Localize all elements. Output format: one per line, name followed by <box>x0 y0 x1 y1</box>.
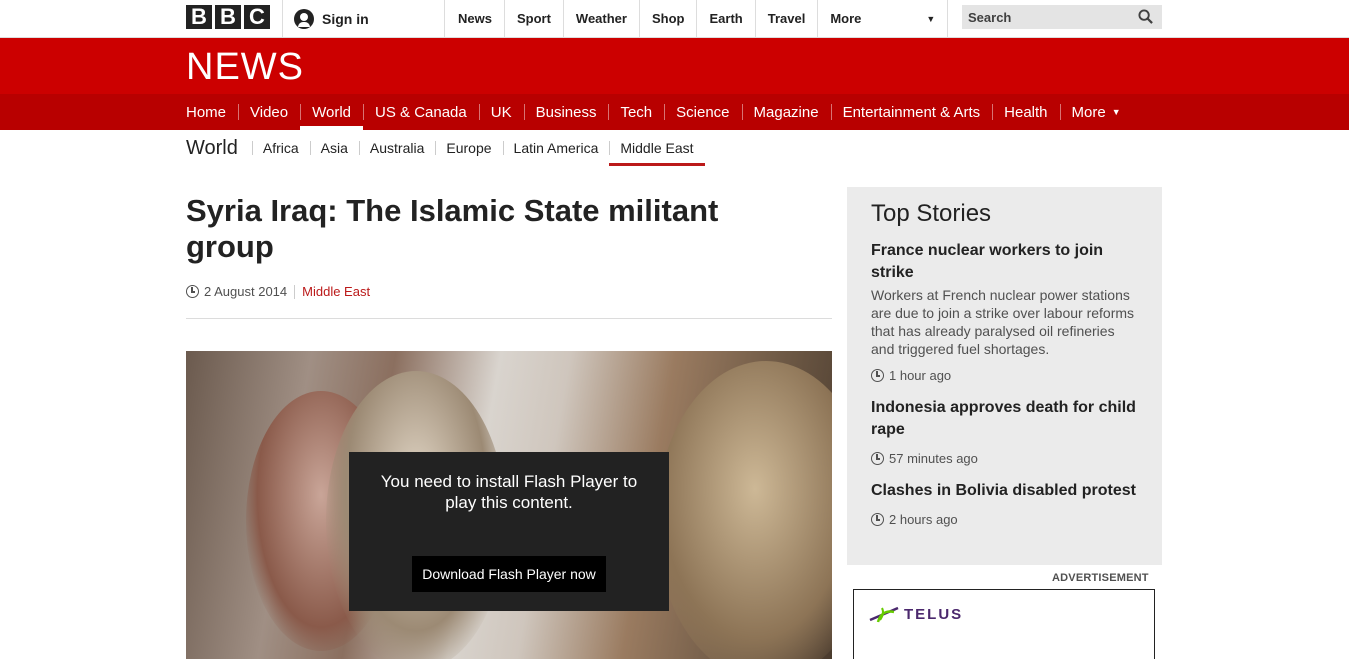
section-nav-health[interactable]: Health <box>992 94 1059 130</box>
top-stories-panel: Top Stories France nuclear workers to jo… <box>847 187 1162 565</box>
sub-nav-title[interactable]: World <box>186 137 238 160</box>
sign-in-button[interactable]: Sign in <box>282 0 445 37</box>
top-story-title[interactable]: Indonesia approves death for child rape <box>871 397 1138 441</box>
top-story-time-label: 57 minutes ago <box>889 451 978 466</box>
global-nav-more[interactable]: More ▼ <box>818 0 949 37</box>
advertisement-box[interactable]: TELUS <box>853 589 1155 659</box>
sub-nav-europe[interactable]: Europe <box>435 130 502 166</box>
flash-player-notice: You need to install Flash Player to play… <box>349 452 669 611</box>
global-nav-sport[interactable]: Sport <box>505 0 564 37</box>
global-nav: News Sport Weather Shop Earth Travel Mor… <box>446 0 949 37</box>
top-bar: B B C Sign in News Sport Weather Shop Ea… <box>0 0 1349 38</box>
bbc-logo-letter: C <box>244 5 270 29</box>
bbc-logo-letter: B <box>186 5 212 29</box>
sign-in-label: Sign in <box>322 10 369 27</box>
sub-nav-middle-east[interactable]: Middle East <box>609 130 705 166</box>
article-date: 2 August 2014 <box>204 284 288 299</box>
section-nav-business[interactable]: Business <box>523 94 609 130</box>
meta-divider <box>294 284 296 299</box>
top-story-time-label: 1 hour ago <box>889 368 952 383</box>
search-placeholder: Search <box>968 9 1012 25</box>
global-nav-earth[interactable]: Earth <box>697 0 756 37</box>
article-divider <box>186 318 832 319</box>
bbc-logo[interactable]: B B C <box>186 5 270 29</box>
sub-nav-latin-america[interactable]: Latin America <box>502 130 610 166</box>
top-story-time-label: 2 hours ago <box>889 512 958 527</box>
article-section-link[interactable]: Middle East <box>302 284 370 299</box>
global-nav-shop[interactable]: Shop <box>640 0 698 37</box>
telus-leaf-icon <box>869 606 899 623</box>
bbc-logo-letter: B <box>215 5 241 29</box>
section-nav-us-canada[interactable]: US & Canada <box>363 94 479 130</box>
search-input[interactable]: Search <box>962 5 1162 29</box>
flash-message: You need to install Flash Player to play… <box>380 472 638 512</box>
section-nav-science[interactable]: Science <box>664 94 741 130</box>
section-nav: Home Video World US & Canada UK Business… <box>0 94 1349 130</box>
top-story-time: 1 hour ago <box>871 368 1138 383</box>
caret-down-icon: ▼ <box>926 13 936 24</box>
telus-wordmark: TELUS <box>904 605 964 623</box>
section-nav-more[interactable]: More ▼ <box>1059 94 1133 130</box>
top-story-item[interactable]: Indonesia approves death for child rape … <box>871 397 1138 466</box>
section-nav-more-label: More <box>1071 103 1106 121</box>
global-nav-weather[interactable]: Weather <box>564 0 640 37</box>
user-icon <box>294 8 314 29</box>
section-nav-home[interactable]: Home <box>186 94 238 130</box>
search-icon[interactable] <box>1138 9 1153 24</box>
video-player[interactable]: You need to install Flash Player to play… <box>186 351 832 659</box>
top-story-title[interactable]: France nuclear workers to join strike <box>871 240 1138 284</box>
article-meta: 2 August 2014 Middle East <box>186 284 370 299</box>
section-nav-tech[interactable]: Tech <box>608 94 664 130</box>
top-story-time: 2 hours ago <box>871 512 1138 527</box>
section-nav-video[interactable]: Video <box>238 94 300 130</box>
top-story-summary: Workers at French nuclear power stations… <box>871 287 1135 357</box>
section-nav-uk[interactable]: UK <box>478 94 524 130</box>
video-still-figure <box>656 361 832 659</box>
sub-nav-australia[interactable]: Australia <box>358 130 435 166</box>
top-story-item[interactable]: France nuclear workers to join strike Wo… <box>871 240 1138 383</box>
clock-icon <box>871 369 884 382</box>
telus-logo[interactable]: TELUS <box>868 604 963 624</box>
sub-nav: World Africa Asia Australia Europe Latin… <box>186 130 705 166</box>
top-story-time: 57 minutes ago <box>871 451 1138 466</box>
global-nav-news[interactable]: News <box>446 0 505 37</box>
caret-down-icon: ▼ <box>1111 107 1121 117</box>
clock-icon <box>871 513 884 526</box>
sub-nav-africa[interactable]: Africa <box>251 130 310 166</box>
global-nav-more-label: More <box>830 11 862 26</box>
top-story-item[interactable]: Clashes in Bolivia disabled protest 2 ho… <box>871 480 1138 527</box>
article-headline: Syria Iraq: The Islamic State militant g… <box>186 193 719 264</box>
global-nav-travel[interactable]: Travel <box>756 0 819 37</box>
news-logo[interactable]: NEWS <box>186 46 304 89</box>
section-nav-magazine[interactable]: Magazine <box>741 94 831 130</box>
clock-icon <box>871 452 884 465</box>
clock-icon <box>186 285 199 298</box>
section-nav-entertainment-arts[interactable]: Entertainment & Arts <box>830 94 993 130</box>
section-nav-world[interactable]: World <box>300 94 363 130</box>
download-flash-button[interactable]: Download Flash Player now <box>412 556 606 592</box>
sub-nav-asia[interactable]: Asia <box>309 130 359 166</box>
top-story-title[interactable]: Clashes in Bolivia disabled protest <box>871 480 1138 502</box>
top-stories-heading: Top Stories <box>871 200 992 227</box>
advertisement-label: ADVERTISEMENT <box>1052 572 1149 584</box>
